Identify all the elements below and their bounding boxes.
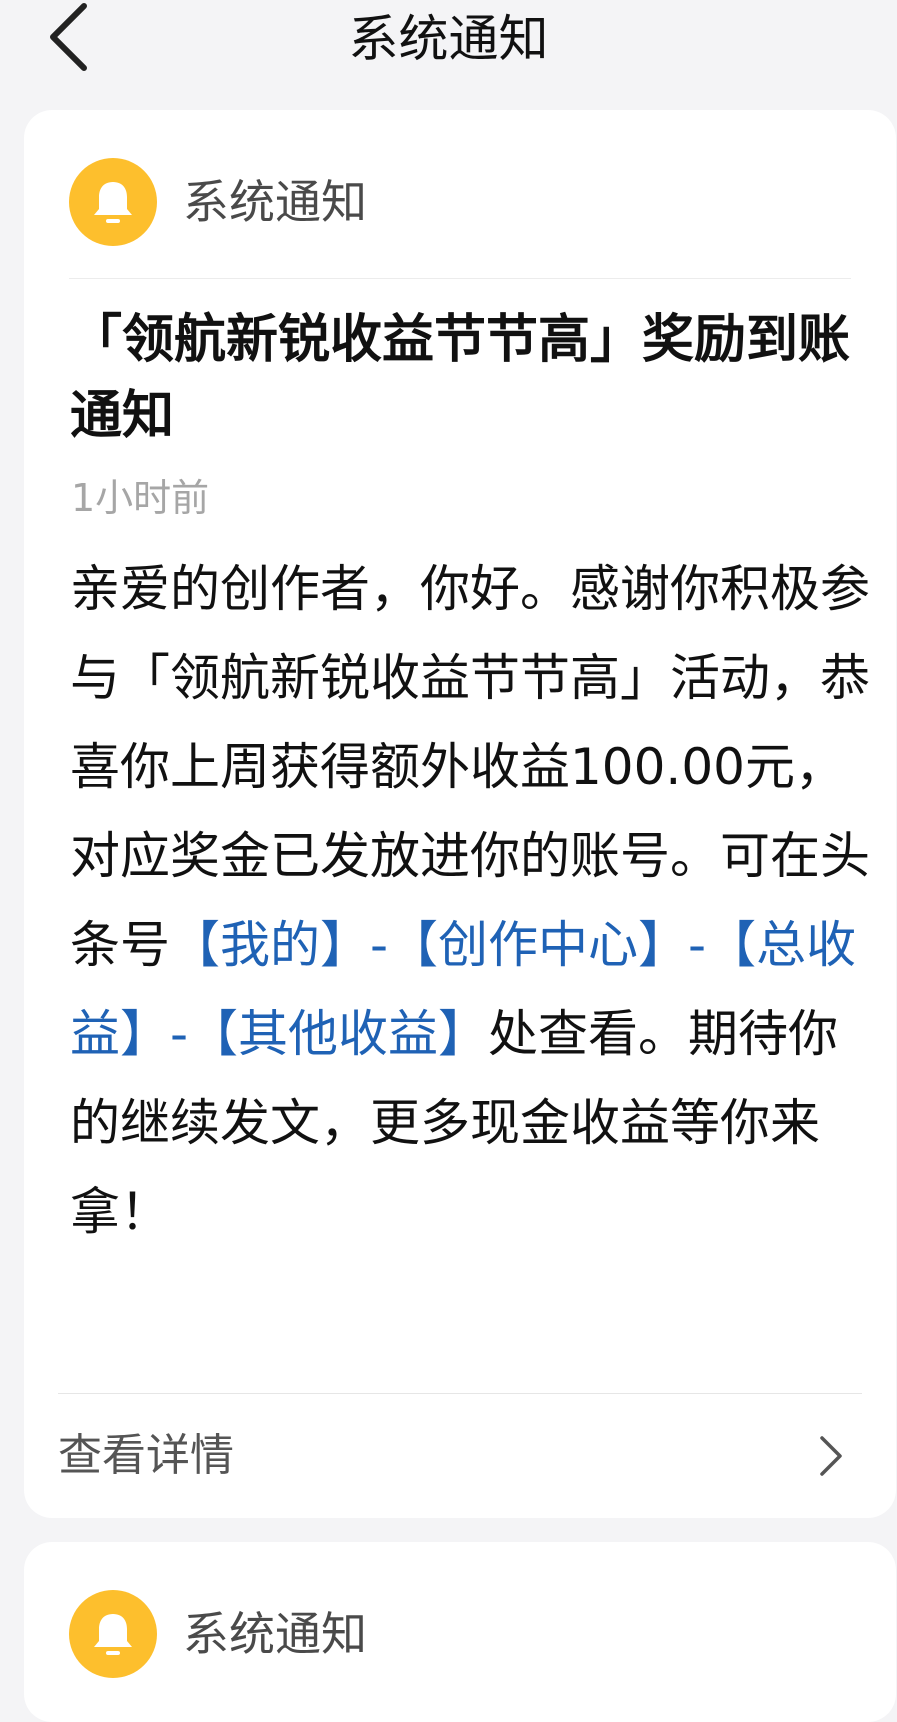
notification-card: 系统通知 「领航新锐收益节节高」奖励到账通知 1小时前 亲爱的创作者，你好。感谢… <box>24 110 896 1518</box>
link-my[interactable]: 【我的】 <box>170 916 370 974</box>
sender-avatar <box>69 158 157 246</box>
bell-icon <box>94 1614 132 1655</box>
link-separator: - <box>170 1005 189 1063</box>
bell-icon <box>94 182 132 223</box>
view-details-label: 查看详情 <box>58 1430 234 1481</box>
page-title: 系统通知 <box>348 10 549 68</box>
chevron-right-icon <box>820 1436 842 1476</box>
notification-body: 亲爱的创作者，你好。感谢你积极参与「领航新锐收益节节高」活动，恭喜你上周获得额外… <box>70 545 880 1257</box>
link-other-earnings[interactable]: 【其他收益】 <box>188 1005 488 1063</box>
notification-sender: 系统通知 <box>69 1589 367 1679</box>
link-separator: - <box>688 916 707 974</box>
sender-name: 系统通知 <box>183 175 367 229</box>
body-text: 亲爱的创作者，你好。感谢你积极参与「领航新锐收益节节高」活动，恭喜你上周获得额外… <box>70 560 870 974</box>
notification-card: 系统通知 <box>24 1542 896 1722</box>
notification-time: 1小时前 <box>71 476 210 520</box>
link-creator-center[interactable]: 【创作中心】 <box>388 916 688 974</box>
link-separator: - <box>370 916 389 974</box>
notification-sender: 系统通知 <box>69 157 367 247</box>
top-nav-bar: 系统通知 <box>0 0 897 90</box>
divider <box>69 278 851 279</box>
view-details-button[interactable]: 查看详情 <box>58 1394 862 1518</box>
sender-avatar <box>69 1590 157 1678</box>
notification-title: 「领航新锐收益节节高」奖励到账通知 <box>70 310 851 446</box>
sender-name: 系统通知 <box>183 1607 367 1661</box>
